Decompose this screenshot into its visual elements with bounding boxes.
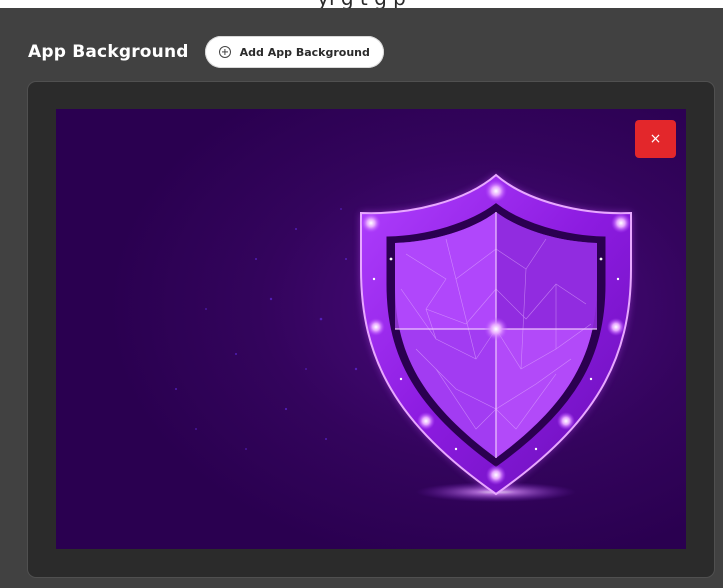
section-title: App Background	[28, 42, 189, 62]
cropped-top-text-content: yi g t g p	[0, 0, 723, 8]
close-icon: ×	[649, 131, 662, 147]
remove-background-button[interactable]: ×	[635, 120, 676, 158]
shield-illustration	[56, 109, 686, 549]
background-image-preview	[56, 109, 686, 549]
section-header: App Background Add App Background	[28, 34, 384, 70]
add-app-background-label: Add App Background	[239, 45, 370, 59]
cropped-top-text: yi g t g p	[0, 0, 723, 8]
plus-circle-icon	[218, 46, 231, 58]
add-app-background-button[interactable]: Add App Background	[204, 36, 384, 68]
